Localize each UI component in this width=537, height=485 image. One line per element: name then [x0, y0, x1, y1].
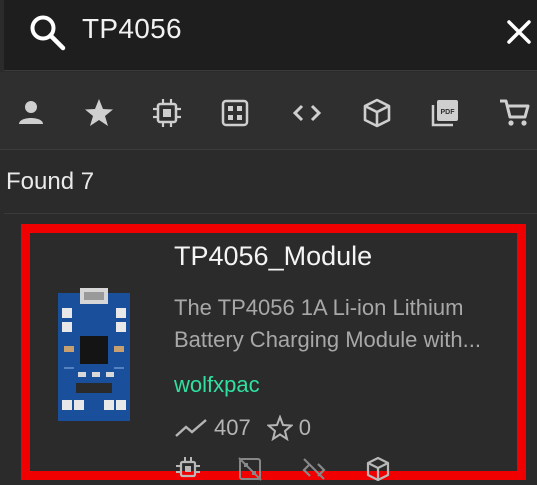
view-count: 407	[214, 415, 251, 440]
star-count: 0	[298, 415, 311, 440]
card-stats: 407 0	[174, 412, 327, 444]
card-description-line: Battery Charging Module with...	[174, 327, 481, 352]
cart-icon[interactable]	[498, 96, 532, 130]
result-card[interactable]: TP4056_Module The TP4056 1A Li-ion Lithi…	[21, 224, 526, 482]
trend-icon	[175, 419, 207, 437]
footprint-icon[interactable]	[218, 96, 252, 130]
search-input[interactable]	[82, 12, 462, 46]
card-description-line: The TP4056 1A Li-ion Lithium	[174, 295, 464, 320]
search-icon	[30, 15, 66, 51]
module-thumbnail	[58, 288, 130, 421]
search-bar	[4, 0, 537, 71]
footprint-unavailable-icon	[238, 457, 262, 481]
filter-toolbar: PDF	[0, 72, 537, 150]
card-asset-icons	[174, 455, 434, 485]
results-count: Found 7	[4, 150, 537, 214]
pdf-icon[interactable]: PDF	[428, 96, 462, 130]
code-icon[interactable]	[290, 96, 324, 130]
results-count-label: Found 7	[6, 168, 95, 195]
star-icon[interactable]	[82, 96, 116, 130]
cube-icon	[366, 456, 390, 482]
close-icon[interactable]	[503, 16, 535, 48]
user-icon[interactable]	[14, 96, 48, 130]
card-description: The TP4056 1A Li-ion Lithium Battery Cha…	[174, 292, 519, 356]
star-outline-icon[interactable]	[266, 415, 293, 441]
card-title[interactable]: TP4056_Module	[174, 241, 372, 272]
card-author-link[interactable]: wolfxpac	[174, 372, 260, 398]
svg-text:PDF: PDF	[441, 109, 456, 116]
chip-icon[interactable]	[150, 96, 184, 130]
cube-icon[interactable]	[360, 96, 394, 130]
symbol-available-icon	[176, 457, 200, 478]
code-unavailable-icon	[302, 458, 326, 480]
